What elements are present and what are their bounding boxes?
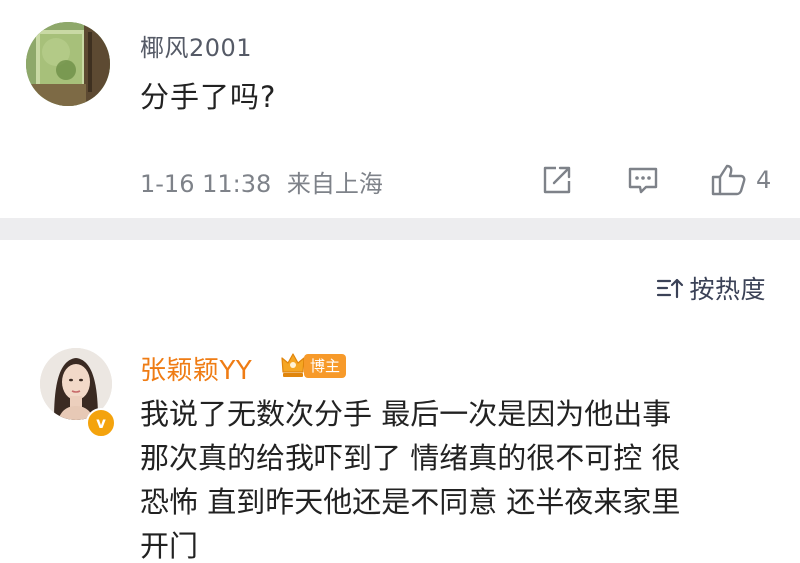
comment-location: 来自上海: [286, 170, 383, 198]
crown-icon: [281, 353, 305, 377]
comment-meta: 1-16 11:38 来自上海: [140, 164, 383, 199]
like-button[interactable]: [710, 163, 748, 201]
avatar[interactable]: [26, 22, 110, 106]
comment-timestamp: 1-16 11:38: [140, 170, 272, 198]
comment-text-line: 恐怖 直到昨天他还是不同意 还半夜来家里: [140, 485, 681, 519]
like-icon: [711, 164, 746, 196]
comment-username[interactable]: 张颖颖YY: [140, 350, 252, 387]
like-count: 4: [756, 166, 772, 194]
verified-badge-icon: v: [86, 408, 116, 438]
sort-label: 按热度: [689, 275, 766, 304]
comment-text-line: 开门: [140, 529, 199, 563]
share-icon: [543, 166, 571, 194]
comment-icon: [628, 167, 658, 194]
comment-text: 我说了无数次分手 最后一次是因为他出事 那次真的给我吓到了 情绪真的很不可控 很…: [140, 392, 780, 563]
sort-icon: [657, 278, 684, 299]
comment-text-line: 我说了无数次分手 最后一次是因为他出事: [140, 397, 672, 431]
sort-toggle[interactable]: 按热度: [655, 270, 766, 306]
weibo-comments-page: 椰风2001 分手了吗? 1-16 11:38 来自上海 4 按热度 v 张颖颖…: [0, 0, 800, 563]
share-button[interactable]: [540, 163, 574, 201]
reply-button[interactable]: [626, 163, 660, 201]
comment-text: 分手了吗?: [140, 80, 277, 114]
section-divider: [0, 218, 800, 240]
comment-text-line: 那次真的给我吓到了 情绪真的很不可控 很: [140, 441, 681, 475]
blogger-badge: 博主: [304, 354, 347, 378]
comment-username[interactable]: 椰风2001: [140, 28, 252, 63]
avatar-image: [26, 22, 110, 106]
comment-item: 椰风2001 分手了吗? 1-16 11:38 来自上海 4: [0, 0, 800, 218]
